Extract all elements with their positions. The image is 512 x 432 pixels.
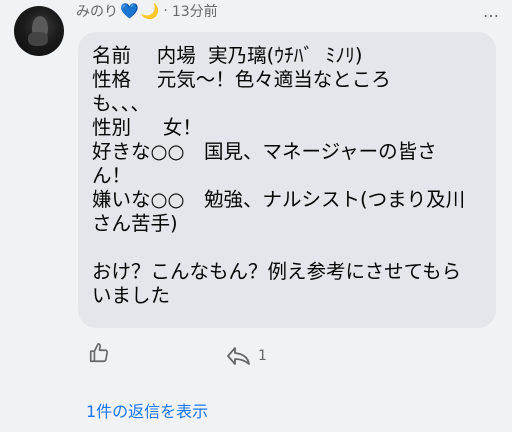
avatar[interactable] [14,6,64,56]
like-button[interactable] [88,342,110,364]
avatar-hand [28,32,48,46]
comment-header: みのり 💙 🌙 · 13分前 [76,0,218,22]
view-replies-link[interactable]: 1件の返信を表示 [86,398,208,422]
reply-count: 1 [258,348,267,364]
more-options-icon[interactable]: … [483,2,500,21]
separator-dot: · [163,3,168,19]
reply-icon [227,347,250,365]
comment-timestamp[interactable]: 13分前 [172,1,218,21]
author-name[interactable]: みのり [76,1,118,21]
reply-button[interactable]: 1 [226,346,267,366]
thumbs-up-icon [89,343,109,363]
comment-bubble: 名前 内場 実乃璃(ｳﾁﾊﾞ ﾐﾉﾘ) 性格 元気〜！色々適当なところ も、、、… [78,32,496,328]
heart-icon: 💙 [120,2,139,20]
moon-icon: 🌙 [140,2,160,20]
comment-body: 名前 内場 実乃璃(ｳﾁﾊﾞ ﾐﾉﾘ) 性格 元気〜！色々適当なところ も、、、… [92,44,466,307]
